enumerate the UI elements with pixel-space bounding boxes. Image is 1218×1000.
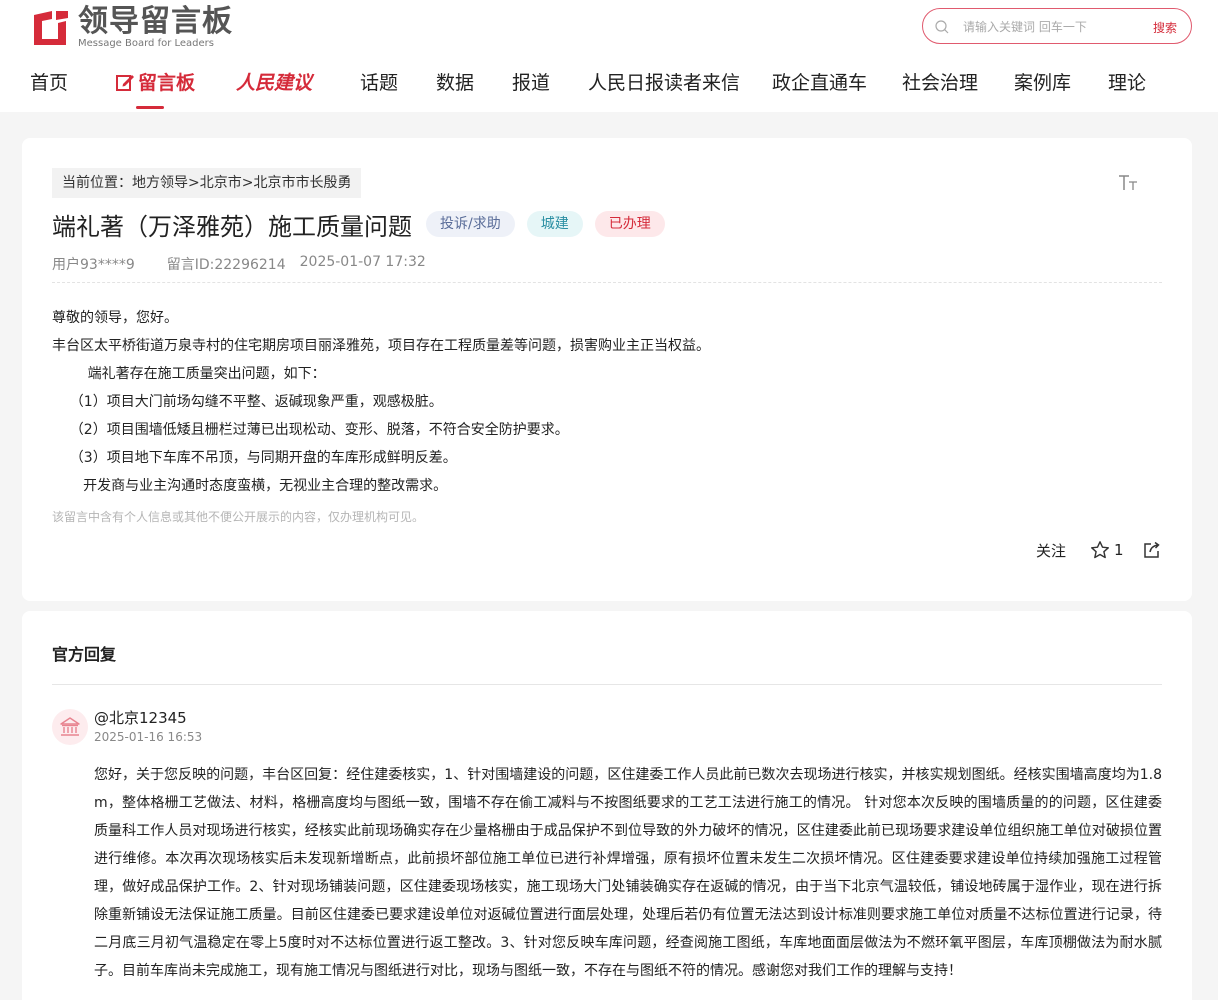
star-button[interactable]: 1 <box>1090 540 1124 560</box>
privacy-note: 该留言中含有个人信息或其他不便公开展示的内容，仅办理机构可见。 <box>52 510 425 524</box>
follow-button[interactable]: 关注 <box>1036 540 1066 561</box>
reply-heading: 官方回复 <box>52 645 117 664</box>
logo-title: 领导留言板 <box>78 3 233 39</box>
divider <box>52 282 1162 283</box>
content-line: 丰台区太平桥街道万泉寺村的住宅期房项目丽泽雅苑，项目存在工程质量差等问题，损害购… <box>52 338 710 354</box>
content-line: 尊敬的领导，您好。 <box>52 310 178 326</box>
logo-mark-icon <box>34 11 68 45</box>
government-building-icon <box>60 717 80 736</box>
category-tag: 城建 <box>526 211 583 237</box>
logo-subtitle: Message Board for Leaders <box>78 37 215 49</box>
status-badge: 已办理 <box>594 211 665 237</box>
nav-item-topics[interactable]: 话题 <box>360 68 398 95</box>
breadcrumb-item[interactable]: 北京市市长殷勇 <box>253 168 351 198</box>
replier-name[interactable]: @北京12345 <box>94 707 187 728</box>
nav-item-theory[interactable]: 理论 <box>1108 68 1146 95</box>
share-icon[interactable] <box>1142 540 1162 560</box>
avatar <box>52 709 88 745</box>
site-logo[interactable]: 领导留言板 Message Board for Leaders <box>30 3 233 49</box>
title-row: 端礼著（万泽雅苑）施工质量问题 投诉/求助 城建 已办理 <box>52 206 665 242</box>
nav-item-data[interactable]: 数据 <box>436 68 474 95</box>
divider <box>52 684 1162 685</box>
message-content: 尊敬的领导，您好。 丰台区太平桥街道万泉寺村的住宅期房项目丽泽雅苑，项目存在工程… <box>52 304 1162 500</box>
nav-item-gov-enterprise[interactable]: 政企直通车 <box>772 68 867 95</box>
nav-item-message-board-label: 留言板 <box>138 72 196 94</box>
message-id: 留言ID:22296214 <box>166 257 286 273</box>
site-header: 领导留言板 Message Board for Leaders 搜索 首页 留言… <box>0 0 1218 112</box>
content-line: （2）项目围墙低矮且栅栏过薄已出现松动、变形、脱落，不符合安全防护要求。 <box>52 422 569 438</box>
post-meta: 用户93****9 留言ID:22296214 2025-01-07 17:32 <box>52 254 426 274</box>
nav-item-reports[interactable]: 报道 <box>512 68 550 95</box>
breadcrumb-prefix: 当前位置： <box>62 175 132 191</box>
type-tag: 投诉/求助 <box>426 211 515 237</box>
post-actions: 关注 1 <box>1036 538 1162 562</box>
font-size-icon[interactable] <box>1118 174 1138 192</box>
search-input[interactable] <box>963 17 1143 37</box>
edit-icon <box>116 74 134 91</box>
breadcrumb-separator: > <box>241 175 254 191</box>
nav-active-indicator <box>136 106 164 109</box>
page-title: 端礼著（万泽雅苑）施工质量问题 <box>52 212 412 241</box>
breadcrumb-separator: > <box>188 175 200 191</box>
content-line: 端礼著存在施工质量突出问题，如下： <box>52 366 326 382</box>
content-line: 开发商与业主沟通时态度蛮横，无视业主合理的整改需求。 <box>52 478 448 494</box>
breadcrumb-item[interactable]: 地方领导 <box>132 168 188 198</box>
content-line: （1）项目大门前场勾缝不平整、返碱现象严重，观感极脏。 <box>52 394 443 410</box>
nav-item-people-suggestion[interactable]: 人民建议 <box>236 68 312 95</box>
nav-item-message-board[interactable]: 留言板 <box>115 68 195 95</box>
message-card: 当前位置： 地方领导 > 北京市 > 北京市市长殷勇 端礼著（万泽雅苑）施工质量… <box>22 138 1192 601</box>
star-icon <box>1091 541 1110 559</box>
post-author: 用户93****9 <box>52 257 135 273</box>
reply-body: 您好，关于您反映的问题，丰台区回复：经住建委核实，1、针对围墙建设的问题，区住建… <box>94 767 1162 979</box>
breadcrumb: 当前位置： 地方领导 > 北京市 > 北京市市长殷勇 <box>52 168 362 198</box>
nav-item-social-governance[interactable]: 社会治理 <box>902 68 978 95</box>
search-button[interactable]: 搜索 <box>1153 19 1177 36</box>
search-box: 搜索 <box>922 8 1192 44</box>
official-reply-card: 官方回复 @北京12345 2025-01-16 16:53 您好，关于您反映的… <box>22 611 1192 1000</box>
nav-item-reader-letters[interactable]: 人民日报读者来信 <box>588 68 740 95</box>
post-datetime: 2025-01-07 17:32 <box>299 254 426 270</box>
breadcrumb-item[interactable]: 北京市 <box>200 168 242 198</box>
star-count: 1 <box>1114 541 1124 559</box>
reply-datetime: 2025-01-16 16:53 <box>94 730 203 744</box>
nav-item-case-library[interactable]: 案例库 <box>1014 68 1071 95</box>
search-icon <box>935 20 949 34</box>
nav-item-home[interactable]: 首页 <box>30 68 68 95</box>
content-line: （3）项目地下车库不吊顶，与同期开盘的车库形成鲜明反差。 <box>52 450 457 466</box>
